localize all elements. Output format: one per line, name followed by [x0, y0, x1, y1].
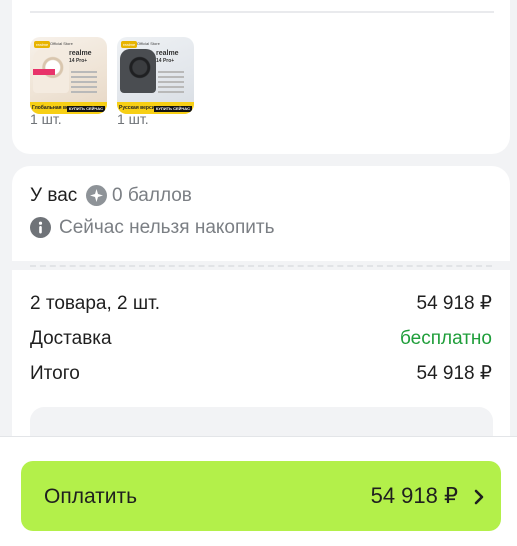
thumb-spec-line [71, 81, 97, 83]
thumb-spec-line [158, 81, 184, 83]
points-info-text: Сейчас нельзя накопить [59, 217, 275, 238]
thumb-spec-line [158, 71, 184, 73]
thumb-brand-badge: realme [34, 41, 51, 48]
thumb-brand-badge: realme [121, 41, 138, 48]
pay-button-amount: 54 918 ₽ [370, 483, 458, 508]
thumb-spec-line [158, 76, 184, 78]
delivery-free-value: бесплатно [399, 328, 492, 349]
order-items-card: realme Official Store realme 14 Pro+ Гло… [12, 0, 510, 154]
thumb-buy-label: КУПИТЬ СЕЙЧАС [66, 106, 105, 112]
chevron-right-icon [474, 489, 484, 505]
thumb-brand: realme [156, 50, 179, 57]
thumb-spec-line [158, 91, 184, 93]
summary-label: Итого [30, 363, 80, 384]
summary-row-total: Итого 54 918 ₽ [30, 362, 492, 386]
summary-value: 54 918 ₽ [416, 363, 492, 384]
thumb-model: 14 Pro+ [69, 58, 88, 64]
summary-label: Доставка [30, 328, 112, 349]
thumb-store-label: Official Store [137, 41, 160, 46]
bottom-action-bar: Оплатить 54 918 ₽ [0, 436, 517, 546]
summary-label: 2 товара, 2 шт. [30, 293, 161, 314]
summary-value: 54 918 ₽ [416, 293, 492, 314]
loyalty-points-card: У вас 0 баллов Сейчас нельзя накопить [12, 166, 510, 261]
pay-button-label: Оплатить [44, 485, 138, 508]
points-label: У вас [30, 185, 78, 206]
summary-row-items: 2 товара, 2 шт. 54 918 ₽ [30, 292, 492, 316]
thumb-promo-stripe [33, 69, 55, 75]
thumb-store-label: Official Store [50, 41, 73, 46]
thumb-buy-label: КУПИТЬ СЕЙЧАС [153, 106, 192, 112]
dashed-divider [30, 265, 492, 267]
thumb-brand: realme [69, 50, 92, 57]
phone-image [120, 49, 156, 93]
pay-button[interactable]: Оплатить 54 918 ₽ [21, 461, 501, 531]
thumb-spec-line [71, 76, 97, 78]
product-thumbnail-1[interactable]: realme Official Store realme 14 Pro+ Гло… [30, 37, 107, 114]
product-quantity-2: 1 шт. [117, 111, 149, 127]
product-quantity-1: 1 шт. [30, 111, 62, 127]
thumb-spec-line [158, 86, 184, 88]
thumb-spec-line [71, 86, 97, 88]
divider [30, 11, 494, 13]
plus-circle-icon [86, 185, 107, 206]
product-thumbnail-2[interactable]: realme Official Store realme 14 Pro+ Рус… [117, 37, 194, 114]
summary-row-delivery: Доставка бесплатно [30, 327, 492, 351]
info-icon [30, 217, 51, 238]
points-value: 0 баллов [112, 185, 192, 206]
thumb-spec-line [71, 71, 97, 73]
thumb-spec-line [71, 91, 97, 93]
thumb-model: 14 Pro+ [156, 58, 175, 64]
